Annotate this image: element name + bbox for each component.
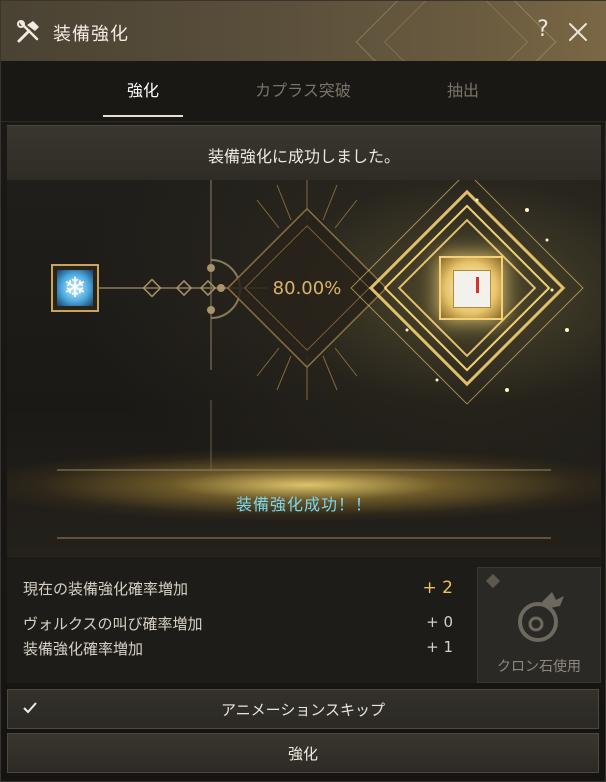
enhance-rate: 80.00% [272,278,342,299]
close-icon[interactable] [567,21,589,43]
tab-extract[interactable]: 抽出 [423,77,503,107]
snowflake-icon: ❄ [63,271,87,304]
cron-label: クロン石使用 [497,659,581,675]
equip-rate-label: 装備強化確率増加 [23,640,144,658]
cron-stone-icon [518,592,564,642]
result-message: 装備強化に成功しました。 [207,147,400,166]
success-message: 装備強化成功！！ [235,495,372,514]
source-item-slot[interactable]: ❄ [51,264,99,312]
enhancement-window: 装備強化 ? 強化 カプラス突破 抽出 装備強化に成功しました。 ❄ 80.00… [0,0,606,782]
current-rate-label: 現在の装備強化確率増加 [23,580,189,598]
enhance-button[interactable]: 強化 [7,733,599,773]
tab-active-indicator [103,115,183,117]
help-button[interactable]: ? [531,17,555,45]
tab-bar: 強化 カプラス突破 抽出 [1,61,606,122]
animation-skip-toggle[interactable]: アニメーションスキップ [7,689,599,729]
valks-value: + 0 [426,613,453,631]
tab-enhance[interactable]: 強化 [103,77,183,107]
enhance-visual: ❄ 80.00% 装備強化成功！！ [7,180,601,558]
source-item: ❄ [57,270,93,306]
current-rate-value: + 2 [422,578,453,598]
enhance-button-label: 強化 [287,745,318,763]
equip-rate-value: + 1 [426,638,453,656]
window-title: 装備強化 [53,24,129,45]
animation-skip-label: アニメーションスキップ [220,701,386,719]
valks-label: ヴォルクスの叫び確率増加 [23,615,203,633]
tab-caphras[interactable]: カプラス突破 [233,77,373,107]
title-bar[interactable]: 装備強化 ? [1,1,606,62]
result-banner: 装備強化に成功しました。 [7,125,601,181]
hammer-wrench-icon [17,20,39,43]
result-item-slot[interactable] [439,256,503,320]
enhanced-item-icon [453,270,491,308]
cron-stone-button[interactable]: クロン石使用 [477,567,601,683]
